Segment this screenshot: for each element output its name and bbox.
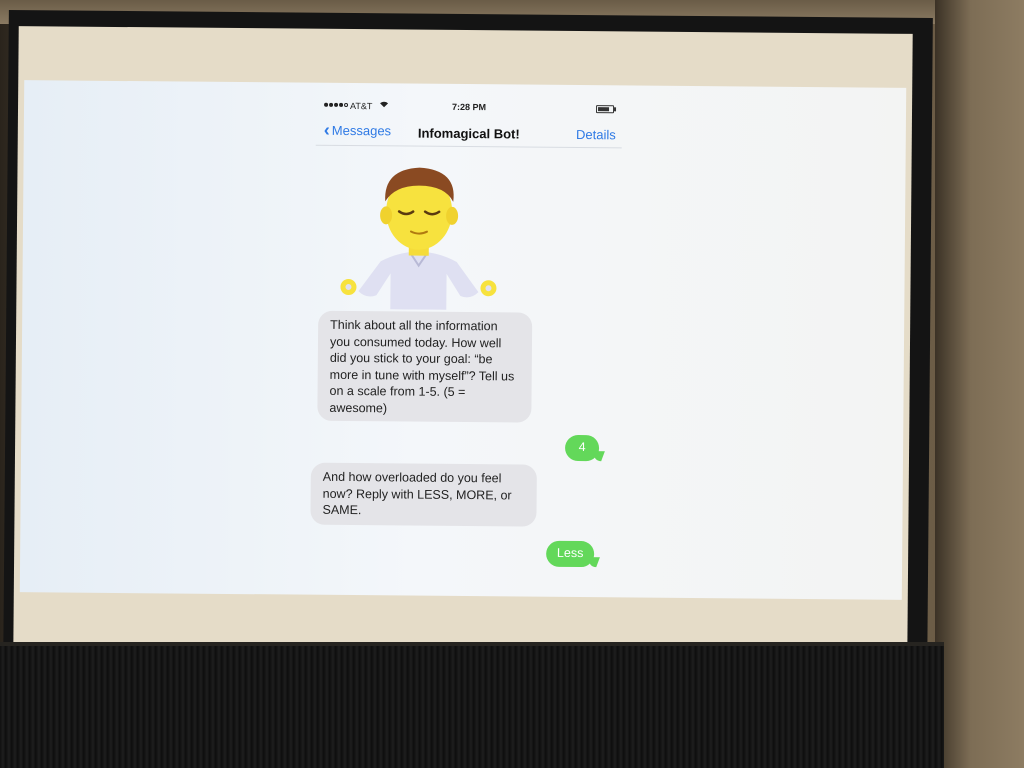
outgoing-message-bubble: 4 <box>564 434 600 462</box>
battery-icon <box>596 105 615 114</box>
phone-screenshot-slide: AT&T 7:28 PM ‹ Messages Infomagical Bot!… <box>19 80 907 600</box>
incoming-message-bubble: And how overloaded do you feel now? Repl… <box>310 462 537 527</box>
outgoing-message-bubble: Less <box>546 540 595 568</box>
projection-surface: AT&T 7:28 PM ‹ Messages Infomagical Bot!… <box>13 26 913 658</box>
stage-curtain <box>0 646 944 768</box>
details-button[interactable]: Details <box>576 127 616 142</box>
incoming-message-bubble: Think about all the information you cons… <box>317 310 533 423</box>
back-button-label: Messages <box>331 122 392 139</box>
back-to-messages-button[interactable]: ‹ Messages <box>323 119 392 140</box>
room-wall-right <box>935 0 1024 768</box>
person-meditating-emoji <box>318 149 519 311</box>
navigation-bar: ‹ Messages Infomagical Bot! Details <box>315 118 622 149</box>
chevron-left-icon: ‹ <box>323 119 330 140</box>
status-bar: AT&T 7:28 PM <box>316 99 622 120</box>
status-time: 7:28 PM <box>451 101 487 113</box>
